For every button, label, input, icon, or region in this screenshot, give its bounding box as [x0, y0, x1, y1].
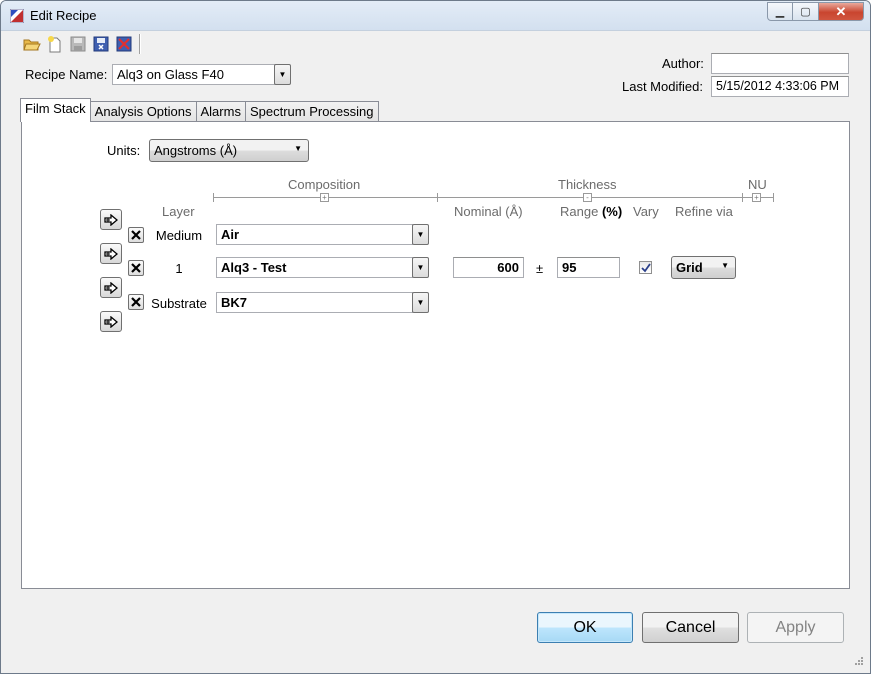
delete-layer-button[interactable]: [128, 260, 144, 276]
header-tick: [742, 193, 743, 202]
insert-arrow-icon: [104, 281, 118, 294]
title-bar[interactable]: Edit Recipe ▁ ▢ ✕: [1, 1, 870, 31]
new-button[interactable]: [43, 34, 66, 54]
nu-expand-icon[interactable]: +: [752, 193, 761, 202]
vary-checkbox[interactable]: [639, 261, 652, 274]
composition-header: Composition: [288, 177, 361, 192]
toolbar-separator: [139, 34, 140, 54]
ok-button[interactable]: OK: [537, 612, 633, 643]
insert-layer-button[interactable]: [100, 311, 122, 332]
range-header: Range (%): [560, 204, 623, 219]
units-select[interactable]: Angstroms (Å) ▼: [149, 139, 309, 162]
header-rule: [213, 197, 774, 198]
edit-recipe-window: Edit Recipe ▁ ▢ ✕ Recipe Name: Alq3 on G…: [0, 0, 871, 674]
minimize-button[interactable]: ▁: [767, 2, 793, 21]
thickness-header: Thickness: [558, 177, 617, 192]
delete-recipe-button[interactable]: [112, 34, 135, 54]
insert-arrow-icon: [104, 213, 118, 226]
delete-icon: [131, 263, 141, 273]
insert-layer-button[interactable]: [100, 243, 122, 264]
recipe-name-combo[interactable]: Alq3 on Glass F40: [112, 64, 276, 85]
apply-button[interactable]: Apply: [747, 612, 844, 643]
tab-film-stack[interactable]: Film Stack: [20, 98, 91, 122]
units-label: Units:: [107, 143, 141, 158]
delete-layer-button[interactable]: [128, 294, 144, 310]
layer-header: Layer: [162, 204, 195, 219]
insert-layer-button[interactable]: [100, 209, 122, 230]
insert-arrow-icon: [104, 315, 118, 328]
film-stack-panel: Units: Angstroms (Å) ▼ Composition Thick…: [21, 121, 850, 589]
composition-combo[interactable]: BK7: [216, 292, 413, 313]
save-as-button[interactable]: [89, 34, 112, 54]
dialog-body: Recipe Name: Alq3 on Glass F40 ▼ Author:…: [8, 31, 865, 667]
tab-analysis-options[interactable]: Analysis Options: [89, 101, 197, 122]
save-button[interactable]: [66, 34, 89, 54]
delete-layer-button[interactable]: [128, 227, 144, 243]
chevron-down-icon: ▼: [416, 230, 425, 239]
header-tick: [213, 193, 214, 202]
tab-bar: Film Stack Analysis Options Alarms Spect…: [20, 98, 379, 122]
layer-name: Substrate: [151, 296, 207, 311]
last-modified-label: Last Modified:: [622, 79, 703, 94]
units-value: Angstroms (Å): [154, 143, 238, 158]
composition-combo[interactable]: Alq3 - Test: [216, 257, 413, 278]
composition-dropdown-button[interactable]: ▼: [412, 257, 429, 278]
author-field[interactable]: [711, 53, 849, 74]
header-tick: [437, 193, 438, 202]
open-button[interactable]: [20, 34, 43, 54]
save-icon: [70, 36, 85, 52]
layer-name: Medium: [155, 228, 203, 243]
refine-via-header: Refine via: [675, 204, 733, 219]
delete-icon: [131, 230, 141, 240]
header-tick: [773, 193, 774, 202]
toolbar: [20, 34, 140, 54]
close-icon: ✕: [835, 3, 847, 19]
refine-via-select[interactable]: Grid ▼: [671, 256, 736, 279]
tab-spectrum-processing[interactable]: Spectrum Processing: [244, 101, 379, 122]
window-title: Edit Recipe: [30, 8, 97, 23]
app-icon: [10, 9, 24, 23]
composition-combo[interactable]: Air: [216, 224, 413, 245]
composition-expand-icon[interactable]: +: [320, 193, 329, 202]
maximize-button[interactable]: ▢: [793, 2, 819, 21]
nu-header: NU: [748, 177, 767, 192]
nominal-thickness-field[interactable]: 600: [453, 257, 524, 278]
composition-dropdown-button[interactable]: ▼: [412, 224, 429, 245]
tab-alarms[interactable]: Alarms: [195, 101, 246, 122]
close-button[interactable]: ✕: [819, 2, 864, 21]
composition-dropdown-button[interactable]: ▼: [412, 292, 429, 313]
layer-name: 1: [175, 261, 183, 276]
recipe-name-dropdown-button[interactable]: ▼: [274, 64, 291, 85]
insert-layer-button[interactable]: [100, 277, 122, 298]
refine-via-value: Grid: [676, 260, 703, 275]
vary-header: Vary: [633, 204, 659, 219]
chevron-down-icon: ▼: [416, 263, 425, 272]
minimize-icon: ▁: [775, 6, 785, 18]
delete-icon: [131, 297, 141, 307]
thickness-collapse-icon[interactable]: -: [583, 193, 592, 202]
author-label: Author:: [662, 56, 704, 71]
chevron-down-icon: ▼: [294, 144, 302, 153]
last-modified-field: 5/15/2012 4:33:06 PM: [711, 76, 849, 97]
new-recipe-icon: [47, 36, 60, 53]
chevron-down-icon: ▼: [278, 70, 287, 79]
insert-arrow-icon: [104, 247, 118, 260]
chevron-down-icon: ▼: [416, 298, 425, 307]
chevron-down-icon: ▼: [721, 261, 729, 270]
delete-recipe-icon: [116, 36, 131, 52]
maximize-icon: ▢: [800, 6, 811, 18]
checkmark-icon: [640, 262, 651, 272]
thickness-range-field[interactable]: 95: [557, 257, 620, 278]
nominal-header: Nominal (Å): [454, 204, 523, 219]
open-folder-icon: [22, 39, 41, 51]
plus-minus-symbol: ±: [536, 261, 544, 276]
recipe-name-label: Recipe Name:: [25, 67, 108, 82]
save-as-icon: [93, 36, 108, 52]
resize-grip-icon[interactable]: [853, 655, 863, 665]
cancel-button[interactable]: Cancel: [642, 612, 739, 643]
